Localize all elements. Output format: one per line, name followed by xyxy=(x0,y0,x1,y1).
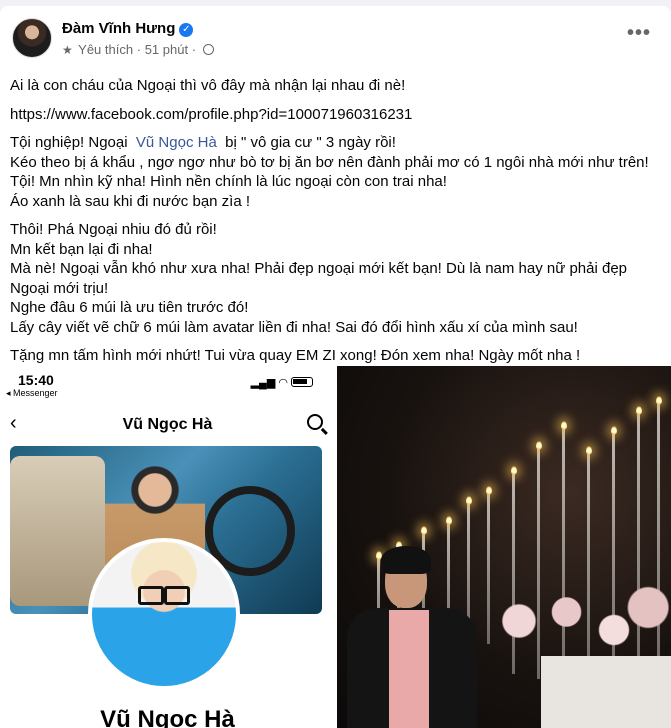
author-name-row: Đàm Vĩnh Hưng ✓ xyxy=(62,20,194,37)
facebook-post: Đàm Vĩnh Hưng ✓ ★ Yêu thích · 51 phút · •… xyxy=(0,6,671,728)
author-name[interactable]: Đàm Vĩnh Hưng xyxy=(62,20,175,37)
hair xyxy=(381,546,431,574)
shirt xyxy=(389,610,429,728)
text-line: Mn kết bạn lại đi nha! xyxy=(10,240,153,258)
text-line: Thôi! Phá Ngoại nhiu đó đủ rồi! xyxy=(10,221,217,238)
paragraph-3: Tội nghiệp! Ngoại Vũ Ngọc Hà bị " vô gia… xyxy=(10,133,660,211)
profile-nav-bar: ‹ Vũ Ngọc Hà xyxy=(0,406,335,442)
candle-flame xyxy=(635,406,642,415)
candle-flame xyxy=(610,426,617,435)
post-images: 15:40 ◂ Messenger ▂▄▆ ◠ ‹ Vũ Ngọc Hà Vũ … xyxy=(0,366,671,728)
post-body: Ai là con cháu của Ngoại thì vô đây mà n… xyxy=(10,76,660,375)
paragraph-5: Tặng mn tấm hình mới nhứt! Tui vừa quay … xyxy=(10,346,660,366)
text-line: Nghe đâu 6 múi là ưu tiên trước đó! xyxy=(10,299,249,316)
screenshot-image[interactable]: 15:40 ◂ Messenger ▂▄▆ ◠ ‹ Vũ Ngọc Hà Vũ … xyxy=(0,366,335,728)
profile-link[interactable]: https://www.facebook.com/profile.php?id=… xyxy=(10,106,412,123)
candle-flame xyxy=(585,446,592,455)
candle-flame xyxy=(560,421,567,430)
text-line: Mà nè! Ngoại vẫn khó như xưa nha! Phải đ… xyxy=(10,260,628,277)
paragraph-2: https://www.facebook.com/profile.php?id=… xyxy=(10,105,660,125)
glasses xyxy=(138,586,190,605)
text-line: Tặng mn tấm hình mới nhứt! Tui vừa quay … xyxy=(10,347,581,364)
text-line: Tội nghiệp! Ngoại Vũ Ngọc Hà bị " vô gia… xyxy=(10,133,660,153)
profile-picture xyxy=(88,538,240,690)
post-time[interactable]: 51 phút xyxy=(145,42,188,57)
globe-icon xyxy=(202,44,214,55)
candle-flame xyxy=(535,441,542,450)
piano xyxy=(541,656,671,728)
search-icon xyxy=(307,414,323,430)
phone-time: 15:40 xyxy=(18,372,54,388)
profile-nav-title: Vũ Ngọc Hà xyxy=(122,416,213,433)
text-segment: Tội nghiệp! Ngoại xyxy=(10,134,128,151)
author-avatar[interactable] xyxy=(12,18,52,58)
candle-flame xyxy=(420,526,427,535)
star-icon: ★ xyxy=(62,43,73,57)
verified-badge-icon: ✓ xyxy=(179,23,194,37)
flowers xyxy=(481,576,671,666)
text-line: Kéo theo bị á khẩu , ngơ ngơ như bò tơ b… xyxy=(10,153,649,171)
candle-flame xyxy=(445,516,452,525)
text-line: Ai là con cháu của Ngoại thì vô đây mà n… xyxy=(10,77,406,94)
text-line: Áo xanh là sau khi đi nước bạn zìa ! xyxy=(10,192,251,210)
battery-icon xyxy=(291,377,313,387)
meta-separator-2: · xyxy=(191,42,197,57)
candle-flame xyxy=(485,486,492,495)
candle-flame xyxy=(655,396,662,405)
profile-name: Vũ Ngọc Hà xyxy=(100,706,235,728)
text-line: Ngoại mới trịu! xyxy=(10,279,109,297)
messenger-back-link: ◂ Messenger xyxy=(6,388,58,398)
post-header: Đàm Vĩnh Hưng ✓ ★ Yêu thích · 51 phút · •… xyxy=(12,18,659,62)
status-icons: ▂▄▆ ◠ xyxy=(251,376,313,389)
candle-flame xyxy=(465,496,472,505)
car-seat xyxy=(10,456,105,606)
paragraph-4: Thôi! Phá Ngoại nhiu đó đủ rồi! Mn kết b… xyxy=(10,220,660,337)
post-meta: ★ Yêu thích · 51 phút · xyxy=(62,42,214,57)
favorite-label: Yêu thích xyxy=(78,42,134,57)
more-options-icon[interactable]: ••• xyxy=(627,23,651,43)
text-segment: bị " vô gia cư " 3 ngày rồi! xyxy=(225,134,396,151)
paragraph-1: Ai là con cháu của Ngoại thì vô đây mà n… xyxy=(10,76,660,96)
mention-link[interactable]: Vũ Ngọc Hà xyxy=(136,134,217,151)
meta-separator: · xyxy=(136,42,142,57)
man-figure xyxy=(337,546,477,728)
stage-photo[interactable] xyxy=(337,366,671,728)
text-line: Lấy cây viết vẽ chữ 6 múi làm avatar liề… xyxy=(10,318,578,336)
candle-flame xyxy=(510,466,517,475)
text-line: Tội! Mn nhìn kỹ nha! Hình nền chính là l… xyxy=(10,173,447,190)
